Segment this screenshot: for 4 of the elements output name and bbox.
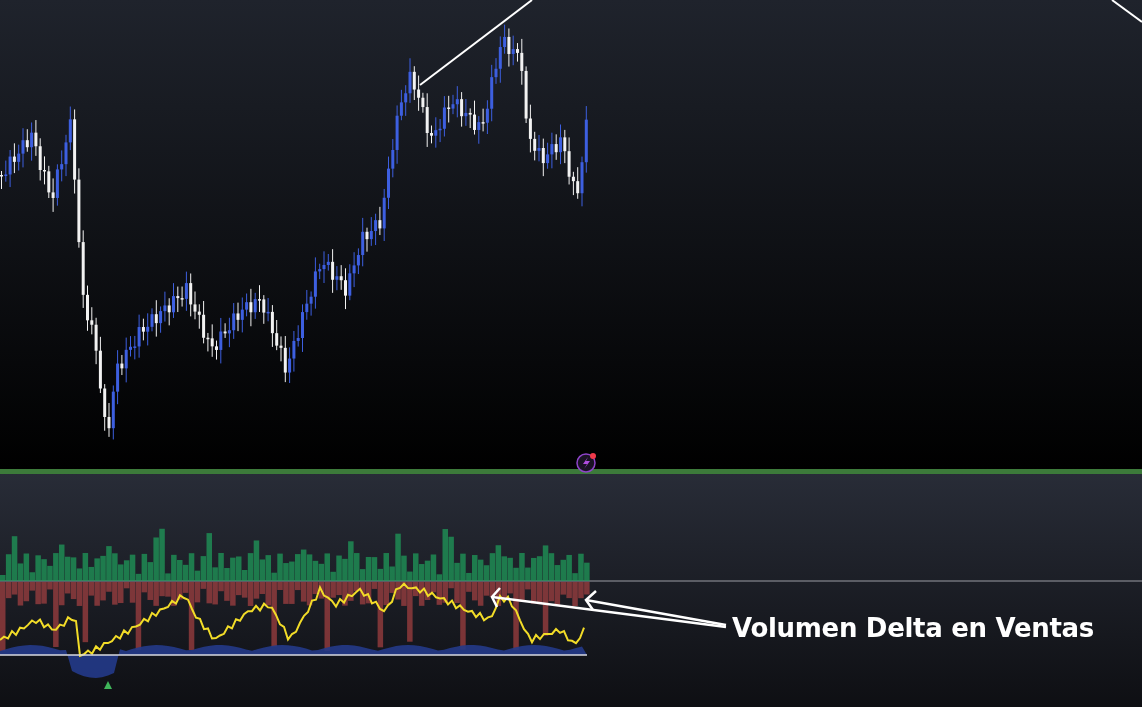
lightning-icon[interactable] <box>576 453 596 473</box>
annotation-label: Volumen Delta en Ventas <box>732 613 1094 643</box>
trend-line <box>1111 0 1142 23</box>
triangle-icon <box>104 681 112 689</box>
